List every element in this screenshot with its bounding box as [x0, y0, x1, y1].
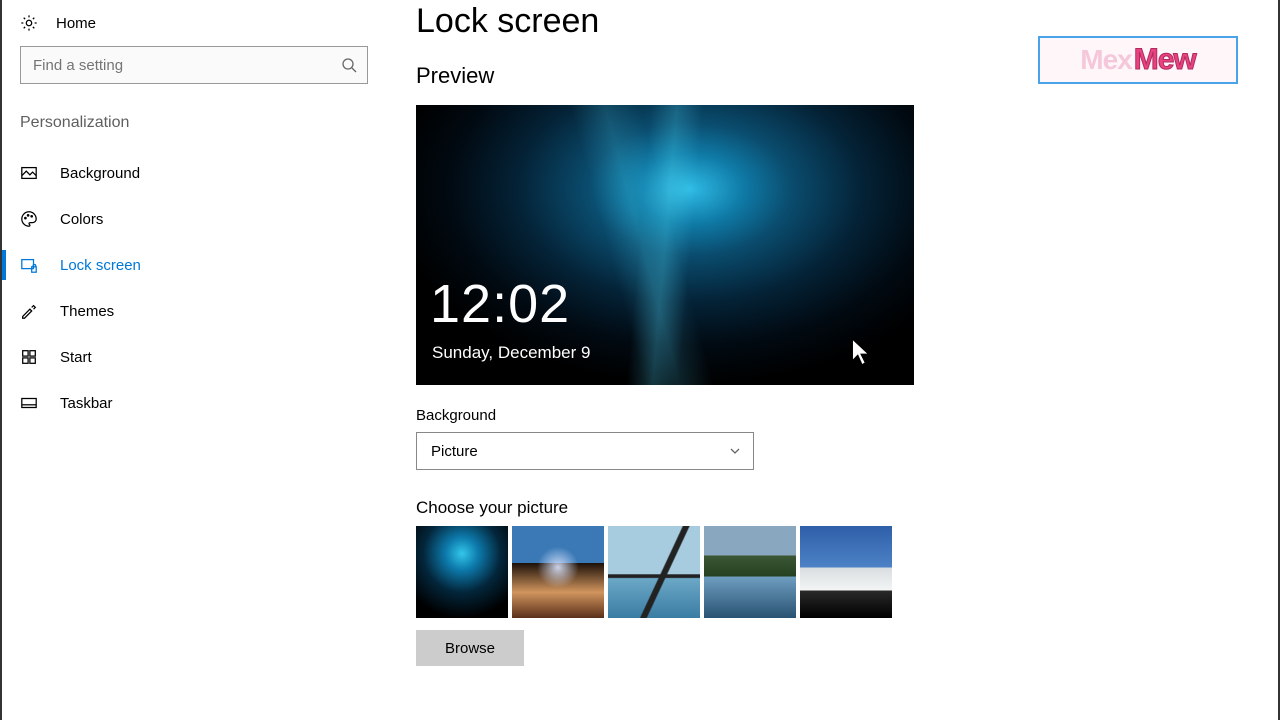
- sidebar-item-label: Themes: [60, 303, 114, 320]
- lock-screen-icon: [20, 256, 38, 274]
- palette-icon: [20, 210, 38, 228]
- watermark-badge: Mex Mew: [1038, 36, 1238, 84]
- themes-icon: [20, 302, 38, 320]
- preview-date: Sunday, December 9: [432, 343, 590, 363]
- picture-thumbnail[interactable]: [704, 526, 796, 618]
- start-icon: [20, 348, 38, 366]
- home-label: Home: [56, 15, 96, 32]
- sidebar-item-taskbar[interactable]: Taskbar: [20, 380, 374, 426]
- sidebar-item-label: Background: [60, 165, 140, 182]
- sidebar-item-label: Start: [60, 349, 92, 366]
- search-input-container[interactable]: [20, 46, 368, 84]
- gear-icon: [20, 14, 38, 32]
- sidebar-item-lock-screen[interactable]: Lock screen: [20, 242, 374, 288]
- background-dropdown[interactable]: Picture: [416, 432, 754, 470]
- picture-thumbnail[interactable]: [800, 526, 892, 618]
- choose-picture-label: Choose your picture: [416, 498, 1254, 518]
- search-icon: [341, 57, 357, 73]
- cursor-icon: [850, 337, 872, 367]
- picture-thumbnails: [416, 526, 1254, 618]
- preview-time: 12:02: [430, 273, 570, 335]
- lock-screen-preview: 12:02 Sunday, December 9: [416, 105, 914, 385]
- sidebar-item-colors[interactable]: Colors: [20, 196, 374, 242]
- sidebar-item-label: Colors: [60, 211, 103, 228]
- sidebar-item-themes[interactable]: Themes: [20, 288, 374, 334]
- sidebar-item-label: Taskbar: [60, 395, 113, 412]
- sidebar: Home Personalization Background: [2, 0, 392, 720]
- background-label: Background: [416, 407, 1254, 424]
- sidebar-item-start[interactable]: Start: [20, 334, 374, 380]
- taskbar-icon: [20, 394, 38, 412]
- dropdown-value: Picture: [431, 443, 478, 460]
- watermark-text-1: Mex: [1080, 44, 1131, 76]
- sidebar-item-label: Lock screen: [60, 257, 141, 274]
- picture-thumbnail[interactable]: [608, 526, 700, 618]
- main-content: Lock screen Preview 12:02 Sunday, Decemb…: [392, 0, 1278, 720]
- browse-button[interactable]: Browse: [416, 630, 524, 666]
- search-input[interactable]: [33, 57, 341, 74]
- sidebar-item-background[interactable]: Background: [20, 150, 374, 196]
- home-link[interactable]: Home: [20, 10, 374, 46]
- picture-icon: [20, 164, 38, 182]
- picture-thumbnail[interactable]: [512, 526, 604, 618]
- watermark-text-2: Mew: [1134, 43, 1196, 77]
- section-header: Personalization: [20, 114, 374, 132]
- picture-thumbnail[interactable]: [416, 526, 508, 618]
- chevron-down-icon: [729, 445, 741, 457]
